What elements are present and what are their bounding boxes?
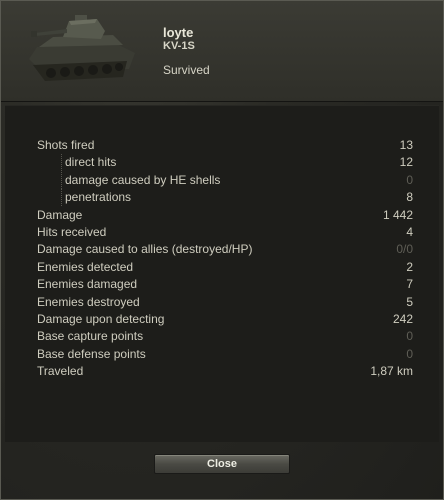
stat-label: direct hits [65, 155, 117, 170]
stats-list: Shots fired 13 direct hits 12 damage caused … [1, 137, 444, 380]
stat-label: Traveled [37, 364, 84, 379]
indent-guide [61, 189, 62, 207]
battle-results-window: loyte KV-1S Survived Shots fired 13 direct… [0, 0, 444, 500]
stat-row: Hits received 4 [1, 224, 444, 241]
player-name: loyte [163, 25, 194, 40]
stat-value: 0 [406, 172, 413, 187]
stat-label: Enemies destroyed [37, 294, 140, 309]
stat-row: penetrations 8 [1, 189, 444, 207]
stat-row: Enemies destroyed 5 [1, 294, 444, 311]
stat-label: Shots fired [37, 138, 95, 152]
stat-value: 1,87 km [370, 364, 413, 379]
stat-row: Damage caused to allies (destroyed/HP) 0/… [1, 241, 444, 258]
stat-value: 4 [406, 224, 413, 239]
stat-row: Base defense points 0 [1, 346, 444, 363]
stat-row: damage caused by HE shells 0 [1, 171, 444, 189]
stat-value: 13 [399, 138, 413, 152]
stat-label: Enemies detected [37, 259, 134, 274]
battle-status: Survived [163, 63, 210, 77]
stat-row: Traveled 1,87 km [1, 363, 444, 380]
stat-label: Damage [37, 207, 83, 222]
stat-label: damage caused by HE shells [65, 172, 221, 187]
stat-value: 12 [399, 155, 413, 170]
tank-icon [29, 15, 135, 81]
stat-label: penetrations [65, 190, 132, 205]
stat-label: Enemies damaged [37, 277, 138, 292]
stat-row: Shots fired 13 [1, 137, 444, 154]
stat-label: Hits received [37, 224, 107, 239]
stat-row: Enemies detected 2 [1, 259, 444, 276]
stat-row: Base capture points 0 [1, 328, 444, 345]
close-button[interactable]: Close [154, 454, 290, 474]
stat-value: 1 442 [382, 207, 413, 222]
stat-row: Damage upon detecting 242 [1, 311, 444, 328]
stat-row: direct hits 12 [1, 154, 444, 172]
stat-label: Damage upon detecting [37, 311, 165, 326]
stat-label: Damage caused to allies (destroyed/HP) [37, 242, 253, 257]
stat-row: Enemies damaged 7 [1, 276, 444, 293]
stat-value: 7 [406, 277, 413, 292]
stat-value: 2 [406, 259, 413, 274]
results-header: loyte KV-1S Survived [1, 1, 443, 102]
stat-value: 0 [406, 346, 413, 361]
vehicle-name: KV-1S [163, 40, 195, 52]
stat-row: Damage 1 442 [1, 207, 444, 224]
stat-value: 0/0 [396, 242, 413, 257]
stat-value: 8 [406, 190, 413, 205]
stat-value: 242 [392, 311, 413, 326]
stat-value: 5 [406, 294, 413, 309]
stat-label: Base defense points [37, 346, 146, 361]
indent-guide [61, 154, 62, 172]
stat-label: Base capture points [37, 329, 144, 344]
stat-value: 0 [406, 329, 413, 344]
indent-guide [61, 171, 62, 189]
